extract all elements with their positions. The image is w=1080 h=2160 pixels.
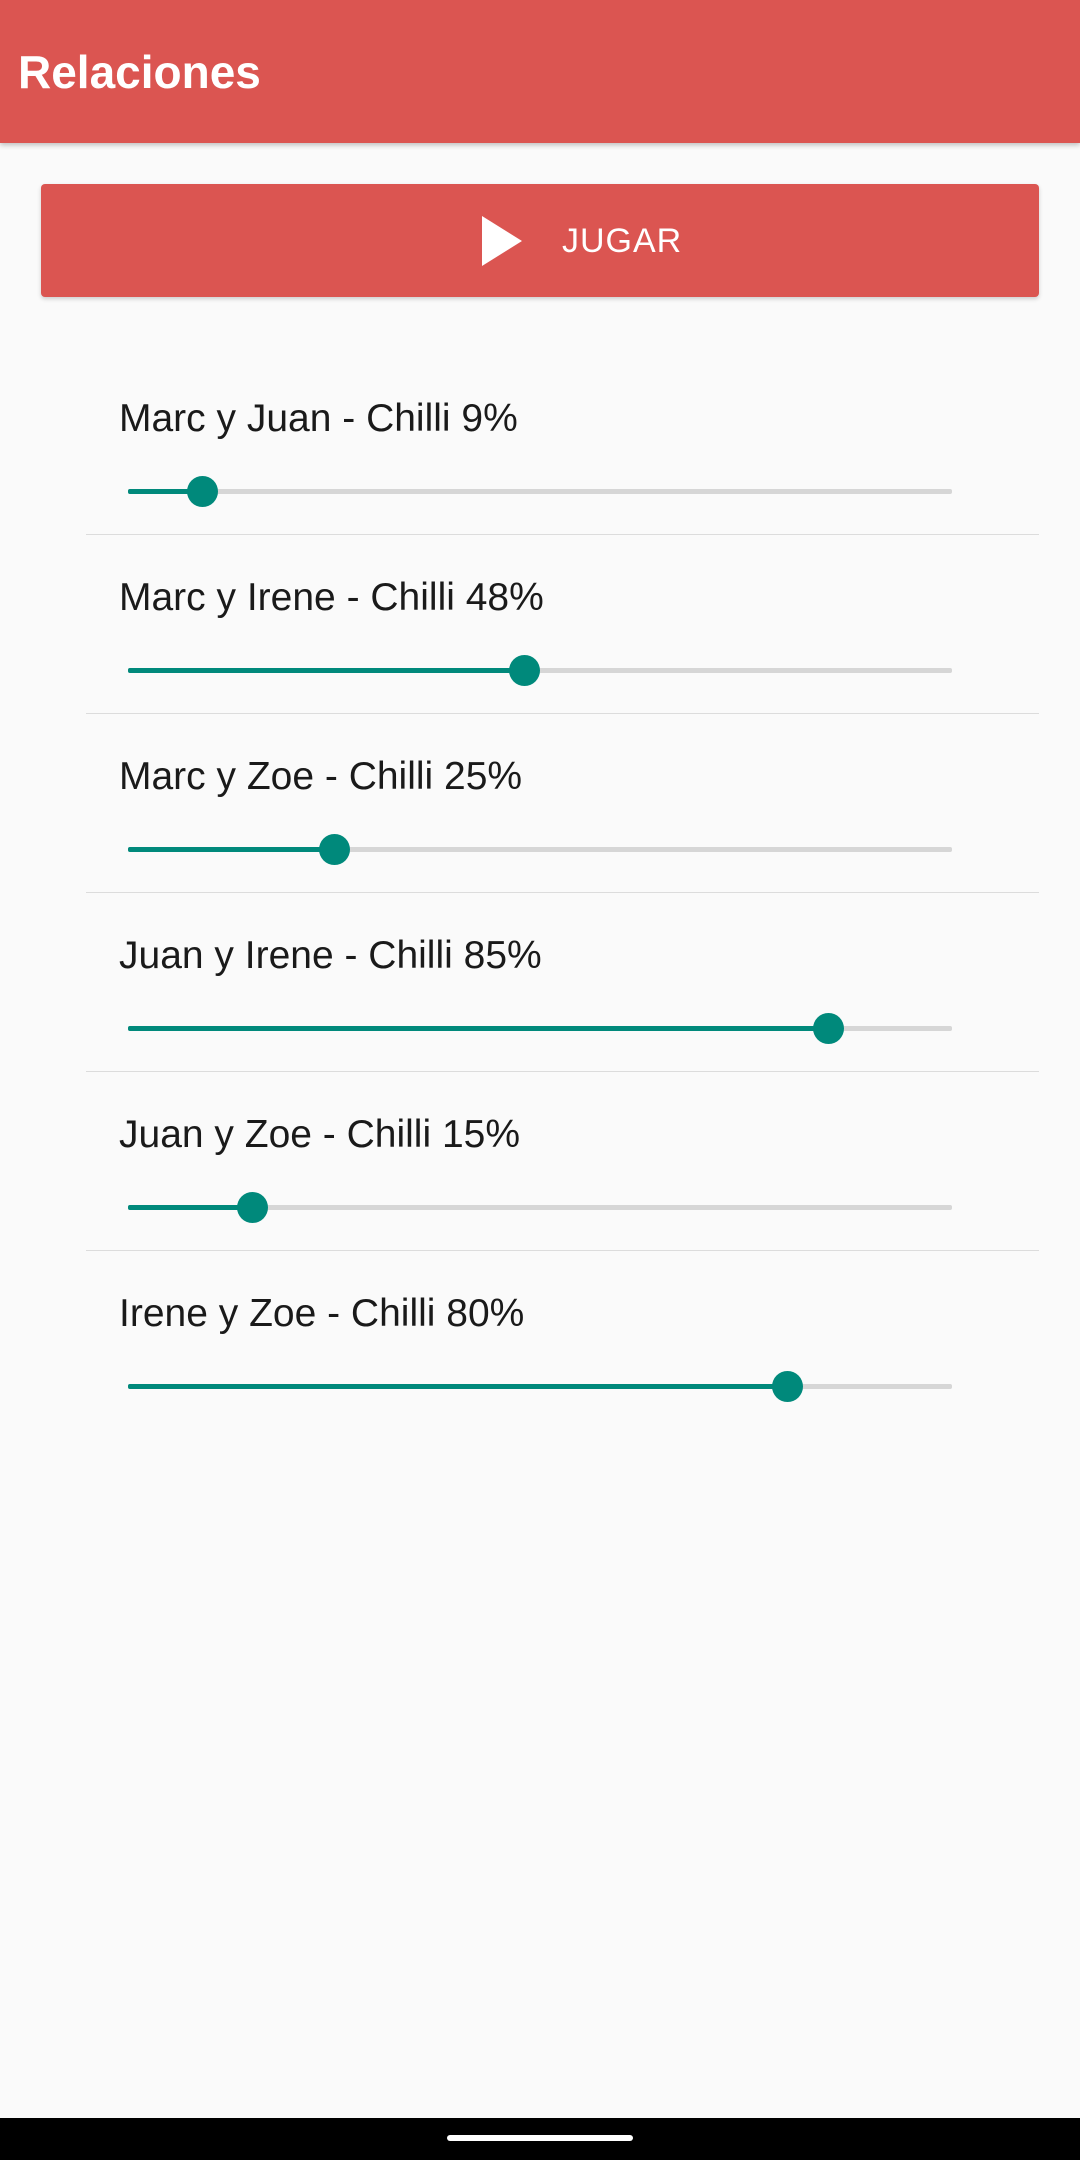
slider-thumb[interactable] [813, 1013, 845, 1044]
play-button[interactable]: JUGAR [41, 184, 1039, 297]
slider-track [128, 489, 952, 494]
slider-fill [128, 1384, 788, 1389]
app-bar: Relaciones [0, 0, 1080, 143]
play-icon [482, 216, 522, 266]
relation-slider[interactable] [128, 1361, 952, 1411]
slider-fill [128, 668, 524, 673]
slider-fill [128, 1205, 252, 1210]
relation-row: Marc y Juan - Chilli 9% [0, 356, 1080, 535]
relation-label: Irene y Zoe - Chilli 80% [119, 1292, 525, 1335]
relation-label: Juan y Zoe - Chilli 15% [119, 1113, 521, 1156]
home-indicator[interactable] [447, 2135, 633, 2141]
app-title: Relaciones [18, 46, 261, 98]
slider-thumb[interactable] [508, 655, 540, 686]
relation-slider[interactable] [128, 466, 952, 516]
slider-fill [128, 847, 334, 852]
slider-thumb[interactable] [772, 1371, 804, 1402]
relation-slider[interactable] [128, 824, 952, 874]
relation-row: Marc y Zoe - Chilli 25% [0, 714, 1080, 893]
relation-row: Irene y Zoe - Chilli 80% [0, 1251, 1080, 1430]
slider-fill [128, 1026, 829, 1031]
relation-slider[interactable] [128, 1003, 952, 1053]
slider-thumb[interactable] [319, 834, 350, 865]
slider-thumb[interactable] [187, 476, 219, 507]
relation-row: Juan y Zoe - Chilli 15% [0, 1072, 1080, 1251]
relations-list: Marc y Juan - Chilli 9% Marc y Irene - C… [0, 356, 1080, 1430]
navigation-bar [0, 2118, 1080, 2160]
relation-row: Marc y Irene - Chilli 48% [0, 535, 1080, 714]
play-button-label: JUGAR [562, 222, 683, 260]
relation-label: Marc y Irene - Chilli 48% [119, 576, 544, 619]
relation-label: Juan y Irene - Chilli 85% [119, 934, 542, 977]
relation-slider[interactable] [128, 1182, 952, 1232]
relation-label: Marc y Juan - Chilli 9% [119, 397, 518, 440]
relation-row: Juan y Irene - Chilli 85% [0, 893, 1080, 1072]
slider-thumb[interactable] [236, 1192, 268, 1223]
relation-label: Marc y Zoe - Chilli 25% [119, 755, 523, 798]
relation-slider[interactable] [128, 645, 952, 695]
